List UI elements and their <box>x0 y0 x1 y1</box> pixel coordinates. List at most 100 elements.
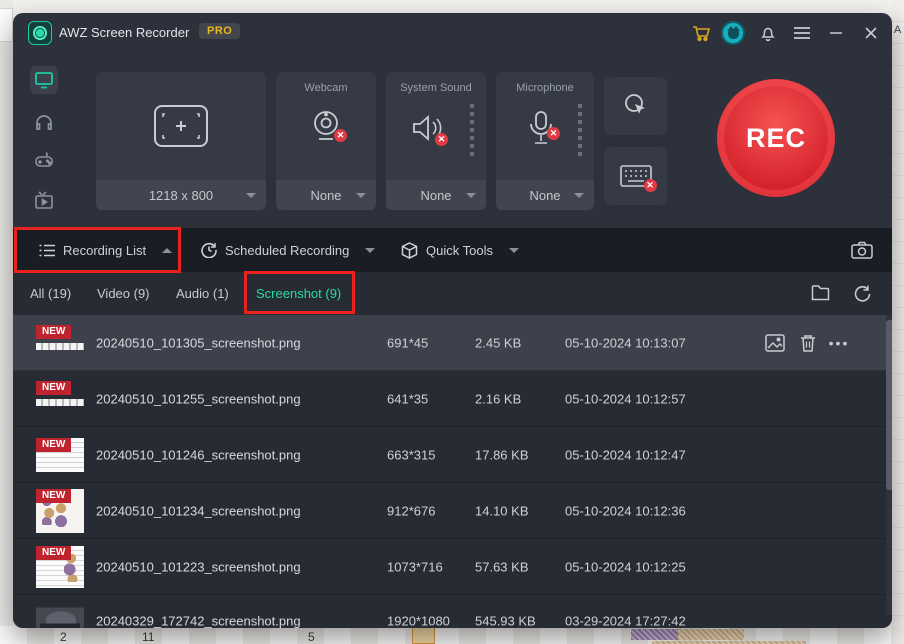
sidebar-item-screen[interactable] <box>30 66 58 94</box>
file-row[interactable]: NEW 20240510_101255_screenshot.png 641*3… <box>13 371 892 427</box>
minimize-button[interactable] <box>823 20 849 46</box>
user-avatar[interactable] <box>720 20 746 46</box>
disabled-x-badge: ✕ <box>644 179 657 192</box>
sidebar-item-audio[interactable] <box>30 108 58 136</box>
file-row[interactable]: 20240329_172742_screenshot.png 1920*1080… <box>13 595 892 628</box>
file-date: 05-10-2024 10:12:47 <box>565 447 686 462</box>
file-dimensions: 663*315 <box>387 447 435 462</box>
background-cell-value: 11 <box>142 630 154 644</box>
region-select-icon[interactable] <box>153 104 209 148</box>
tab-all[interactable]: All (19) <box>30 272 71 315</box>
microphone-dropdown[interactable]: None <box>496 180 594 210</box>
tab-video[interactable]: Video (9) <box>97 272 150 315</box>
file-dimensions: 691*45 <box>387 335 428 350</box>
cart-icon[interactable] <box>688 20 714 46</box>
record-region-panel: 1218 x 800 <box>96 72 266 210</box>
background-cell-value: 2 <box>60 630 67 644</box>
speaker-icon: ✕ <box>410 112 446 144</box>
rec-label: REC <box>746 123 806 154</box>
file-dimensions: 641*35 <box>387 391 428 406</box>
tv-play-icon <box>34 191 54 210</box>
file-row[interactable]: NEW 20240510_101246_screenshot.png 663*3… <box>13 427 892 483</box>
app-window: AWZ Screen Recorder PRO <box>13 13 892 628</box>
ellipsis-icon: ••• <box>829 335 850 351</box>
quick-tools-menu[interactable]: Quick Tools <box>401 228 519 272</box>
chevron-down-icon <box>365 248 375 253</box>
file-size: 17.86 KB <box>475 447 529 462</box>
region-size-value: 1218 x 800 <box>149 188 213 203</box>
chevron-down-icon <box>574 193 584 198</box>
preview-button[interactable] <box>763 331 787 355</box>
webcam-dropdown[interactable]: None <box>276 180 376 210</box>
file-list: NEW 20240510_101305_screenshot.png 691*4… <box>13 315 892 628</box>
background-app-left <box>0 0 13 644</box>
background-hatched-cell <box>678 629 744 640</box>
background-column-letter: A <box>892 24 903 36</box>
keystroke-display-button[interactable]: ✕ <box>604 147 667 205</box>
scheduled-recording-menu[interactable]: Scheduled Recording <box>201 228 375 272</box>
rec-button[interactable]: REC <box>717 79 835 197</box>
file-date: 05-10-2024 10:12:57 <box>565 391 686 406</box>
mouse-click-effect-button[interactable] <box>604 77 667 135</box>
file-date: 05-10-2024 10:12:36 <box>565 503 686 518</box>
file-name: 20240510_101255_screenshot.png <box>96 391 301 406</box>
open-folder-button[interactable] <box>809 282 831 304</box>
sidebar-item-game[interactable] <box>30 147 58 175</box>
microphone-label: Microphone <box>496 82 594 94</box>
file-dimensions: 1073*716 <box>387 559 443 574</box>
close-button[interactable] <box>858 20 884 46</box>
clock-icon <box>201 242 217 258</box>
file-name: 20240510_101246_screenshot.png <box>96 447 301 462</box>
file-row[interactable]: NEW 20240510_101234_screenshot.png 912*6… <box>13 483 892 539</box>
webcam-label: Webcam <box>276 82 376 94</box>
system-sound-dropdown[interactable]: None <box>386 180 486 210</box>
recording-list-menu[interactable]: Recording List <box>39 228 172 272</box>
new-badge: NEW <box>36 325 71 339</box>
sidebar-item-tv[interactable] <box>30 186 58 214</box>
region-size-dropdown[interactable]: 1218 x 800 <box>96 180 266 210</box>
chevron-up-icon <box>162 248 172 253</box>
new-badge: NEW <box>36 489 71 503</box>
new-badge: NEW <box>36 381 71 395</box>
menu-icon[interactable] <box>789 20 815 46</box>
file-name: 20240510_101223_screenshot.png <box>96 559 301 574</box>
app-logo-icon <box>28 21 52 45</box>
monitor-icon <box>34 71 54 89</box>
disabled-x-badge: ✕ <box>547 127 560 140</box>
background-app-cell <box>0 8 13 42</box>
background-highlight-cell <box>412 627 435 644</box>
file-thumbnail: NEW <box>36 489 84 533</box>
scrollbar-thumb[interactable] <box>886 320 892 490</box>
file-row[interactable]: NEW 20240510_101223_screenshot.png 1073*… <box>13 539 892 595</box>
file-dimensions: 1920*1080 <box>387 614 450 629</box>
notification-bell-icon[interactable] <box>755 20 781 46</box>
microphone-panel: Microphone ✕ None <box>496 72 594 210</box>
audio-level-meter <box>578 104 582 156</box>
file-date: 05-10-2024 10:13:07 <box>565 335 686 350</box>
refresh-button[interactable] <box>851 282 873 304</box>
file-thumbnail: NEW <box>36 381 84 417</box>
tab-audio[interactable]: Audio (1) <box>176 272 229 315</box>
quick-tools-label: Quick Tools <box>426 243 493 258</box>
nav-bar: Recording List Scheduled Recording Quick… <box>13 228 892 272</box>
delete-button[interactable] <box>796 331 820 355</box>
app-title: AWZ Screen Recorder <box>59 25 189 40</box>
pro-badge: PRO <box>199 23 240 39</box>
tab-screenshot[interactable]: Screenshot (9) <box>256 272 341 315</box>
file-size: 14.10 KB <box>475 503 529 518</box>
screenshot-camera-button[interactable] <box>851 239 873 261</box>
background-cell-value: 5 <box>308 630 315 644</box>
gamepad-icon <box>33 152 55 170</box>
file-size: 545.93 KB <box>475 614 536 629</box>
chevron-down-icon <box>356 193 366 198</box>
file-size: 2.45 KB <box>475 335 521 350</box>
camera-icon <box>851 241 873 259</box>
file-thumbnail: NEW <box>36 546 84 588</box>
file-thumbnail <box>36 608 84 629</box>
background-app-right <box>892 0 904 644</box>
more-actions-button[interactable]: ••• <box>827 331 851 355</box>
file-date: 03-29-2024 17:27:42 <box>565 614 686 629</box>
file-thumbnail: NEW <box>36 325 84 361</box>
cursor-click-icon <box>621 91 651 121</box>
file-row[interactable]: NEW 20240510_101305_screenshot.png 691*4… <box>13 315 892 371</box>
